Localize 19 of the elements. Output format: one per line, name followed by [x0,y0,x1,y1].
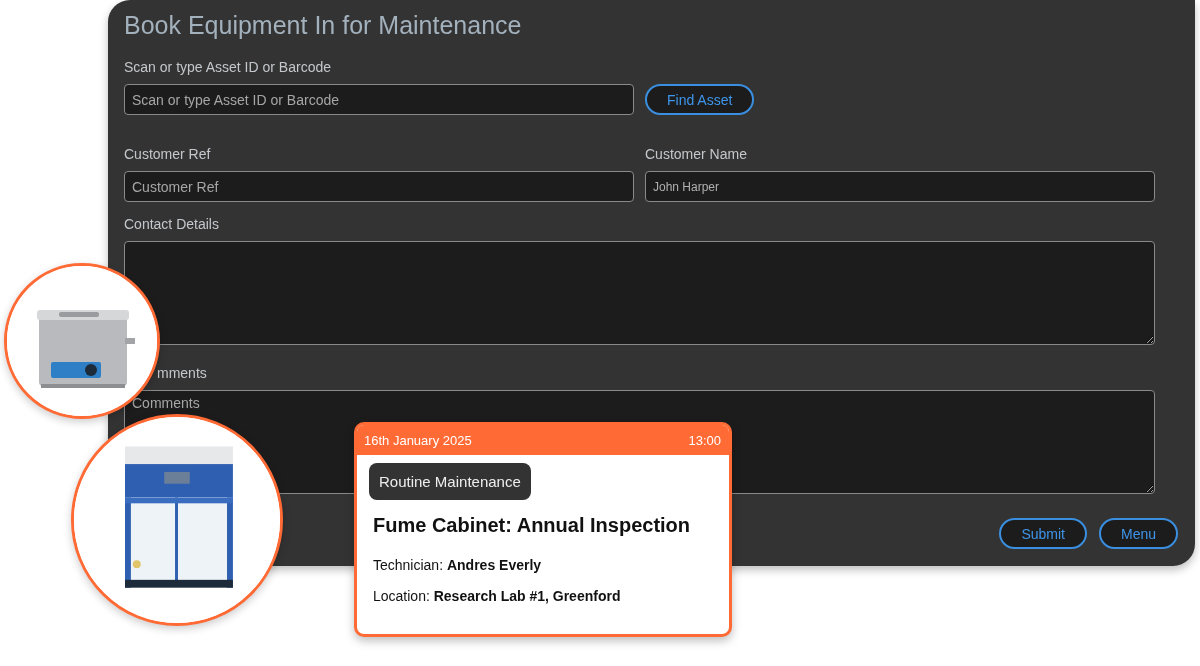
submit-button[interactable]: Submit [999,518,1087,549]
customer-ref-field[interactable]: Customer Ref [124,171,634,202]
booking-title: Fume Cabinet: Annual Inspection [373,514,692,537]
category-tag: Routine Maintenance [369,463,531,500]
field-label: Scan or type Asset ID or Barcode [124,59,331,75]
customer-name-field[interactable]: John Harper [645,171,1155,202]
booking-date: 16th January 2025 [364,432,472,448]
form-title: Book Equipment In for Maintenance [124,11,523,41]
field-label: Customer Name [645,146,747,162]
asset-id-field[interactable]: Scan or type Asset ID or Barcode [124,84,634,115]
field-label: Customer Ref [124,146,211,162]
find-asset-button[interactable]: Find Asset [645,84,755,115]
menu-button[interactable]: Menu [1098,518,1178,549]
detail-text: Location: Research Lab #1, Greenford [373,588,622,604]
booking-time: 13:00 [688,432,721,448]
detail-text: Technician: Andres Everly [373,557,543,573]
contact-details-field[interactable] [124,241,1155,345]
field-label: mments [157,365,207,381]
field-label: Contact Details [124,216,219,232]
